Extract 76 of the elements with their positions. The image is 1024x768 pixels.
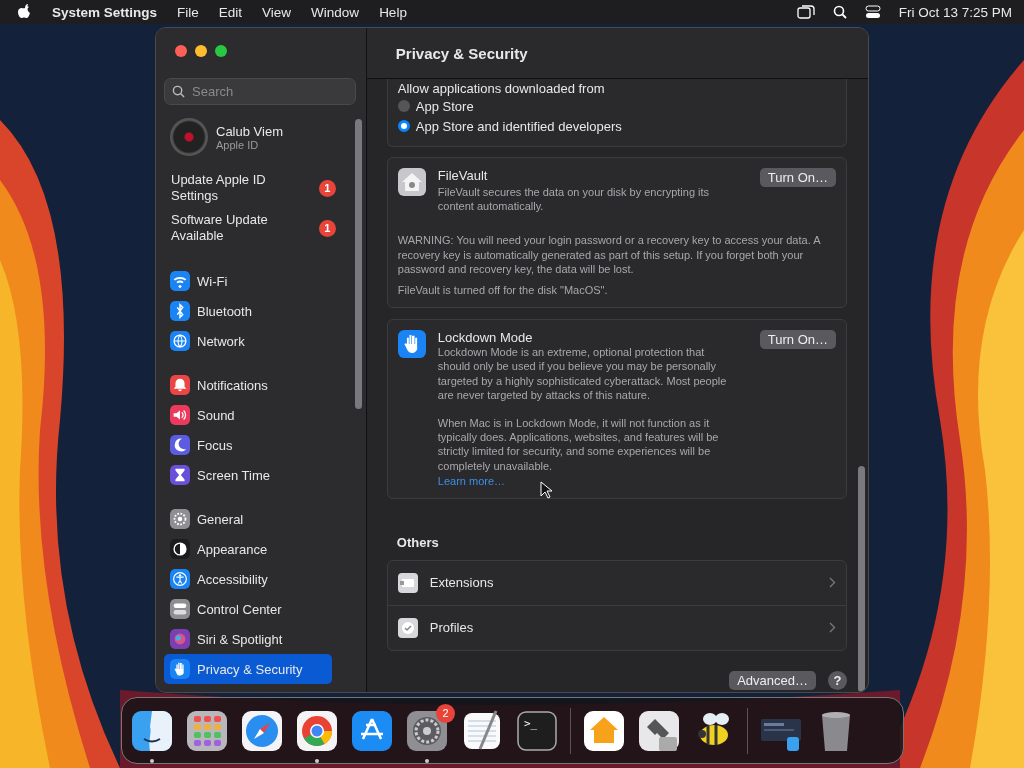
account-subtitle: Apple ID	[216, 138, 260, 151]
hand-icon	[397, 330, 426, 359]
radio-button[interactable]	[397, 120, 410, 132]
status-text: FileVault is turned off for the disk "MacOS".	[397, 283, 609, 298]
search-icon[interactable]	[832, 5, 847, 19]
search-field[interactable]: Search	[164, 78, 356, 105]
face-icon[interactable]	[130, 708, 174, 753]
pointer-icon	[540, 481, 552, 499]
scrollbar-thumb[interactable]	[858, 466, 865, 692]
sidebar-item[interactable]: Privacy & Security	[164, 654, 332, 684]
control-center-icon[interactable]	[864, 5, 881, 19]
menu-item[interactable]: File	[177, 4, 199, 20]
learn-more-link[interactable]: Learn more…	[437, 474, 506, 487]
sidebar-item[interactable]: Sound	[164, 400, 332, 430]
grid-icon[interactable]	[185, 708, 229, 753]
gear-icon[interactable]	[405, 708, 449, 753]
sidebar-item[interactable]: Wi-Fi	[164, 266, 332, 296]
menu-item[interactable]: Help	[379, 4, 407, 20]
alert-badge: 1	[318, 179, 336, 197]
menu-item[interactable]: Window	[311, 4, 360, 20]
card-description: FileVault secures the data on your disk by encrypting its content automatically.	[437, 185, 711, 214]
account-name[interactable]: Calub Viem	[216, 123, 283, 139]
list-row[interactable]: Extensions	[387, 560, 846, 605]
section-heading: Others	[396, 534, 440, 550]
letter-a-icon[interactable]	[350, 708, 394, 753]
card-title: Lockdown Mode	[437, 330, 534, 346]
apple-logo-icon[interactable]	[18, 4, 32, 20]
section-label: Allow applications downloaded from	[397, 81, 606, 96]
sidebar-item[interactable]: Appearance	[164, 534, 332, 564]
sidebar-item[interactable]: Network	[164, 326, 332, 356]
alert-badge: 1	[318, 219, 336, 237]
avatar[interactable]	[170, 118, 208, 156]
radio-button[interactable]	[397, 100, 410, 112]
sidebar-item[interactable]: General	[164, 504, 332, 534]
chevron-icon	[829, 622, 836, 634]
sidebar-item[interactable]: Screen Time	[164, 460, 332, 490]
minimize-button[interactable]	[195, 45, 207, 57]
app-menu[interactable]: System Settings	[52, 4, 158, 20]
browser-icon[interactable]	[295, 708, 339, 753]
radio-label[interactable]: App Store	[415, 98, 474, 114]
card-description: Lockdown Mode is an extreme, optional protection that should only be used if you believe you may be personally targeted by a highly sophisticated cyberattack. Most people are never targeted by attacks of this nature.	[437, 345, 728, 403]
chevron-icon	[829, 577, 836, 589]
windows-drive-icon[interactable]	[637, 708, 681, 753]
close-button[interactable]	[175, 45, 187, 57]
sidebar-item[interactable]: Siri & Spotlight	[164, 624, 332, 654]
zoom-button[interactable]	[215, 45, 227, 57]
sidebar-item[interactable]: Accessibility	[164, 564, 332, 594]
scrollbar-thumb[interactable]	[354, 119, 362, 409]
turn-on-button[interactable]: Turn On…	[759, 330, 836, 350]
menu-bar-clock[interactable]: Fri Oct 13 7:25 PM	[898, 4, 1012, 20]
advanced-button[interactable]: Advanced…	[729, 670, 816, 690]
prompt-glyph: >_	[524, 716, 538, 730]
terminal-icon[interactable]	[515, 708, 559, 753]
alert-label[interactable]: Update Apple ID Settings	[171, 172, 301, 204]
menu-item[interactable]: View	[262, 4, 292, 20]
notification-badge: 2	[436, 703, 455, 723]
sidebar-item[interactable]: Focus	[164, 430, 332, 460]
menu-item[interactable]: Edit	[218, 4, 243, 20]
radio-label[interactable]: App Store and identified developers	[415, 118, 622, 134]
turn-on-button[interactable]: Turn On…	[759, 168, 836, 187]
alert-label[interactable]: Software Update Available	[171, 212, 301, 244]
checkmark-badge-icon	[397, 617, 418, 638]
sidebar-item[interactable]: Control Center	[164, 594, 332, 624]
card-description: When Mac is in Lockdown Mode, it will not function as it typically does. Applications, websites, and features will be strictly limited for security, and some experiences will be completely unavailable.	[437, 416, 720, 473]
compass-icon[interactable]	[240, 708, 284, 753]
windows-icon[interactable]	[796, 5, 815, 19]
house-lock-icon	[397, 168, 426, 196]
list-row[interactable]: Profiles	[387, 604, 846, 650]
pane-title: Privacy & Security	[366, 28, 868, 79]
puzzle-icon	[397, 572, 418, 593]
warning-text: WARNING: You will need your login password or a recovery key to access your data. A recovery key is automatically generated as part of this setup. If you forget both your password and recovery key, the data will be lost.	[397, 233, 822, 276]
help-button[interactable]: ?	[828, 670, 847, 690]
house-icon[interactable]	[582, 708, 626, 753]
card-title: FileVault	[437, 168, 489, 183]
sidebar-item[interactable]: Bluetooth	[164, 296, 332, 326]
sidebar-item[interactable]: Notifications	[164, 370, 332, 400]
